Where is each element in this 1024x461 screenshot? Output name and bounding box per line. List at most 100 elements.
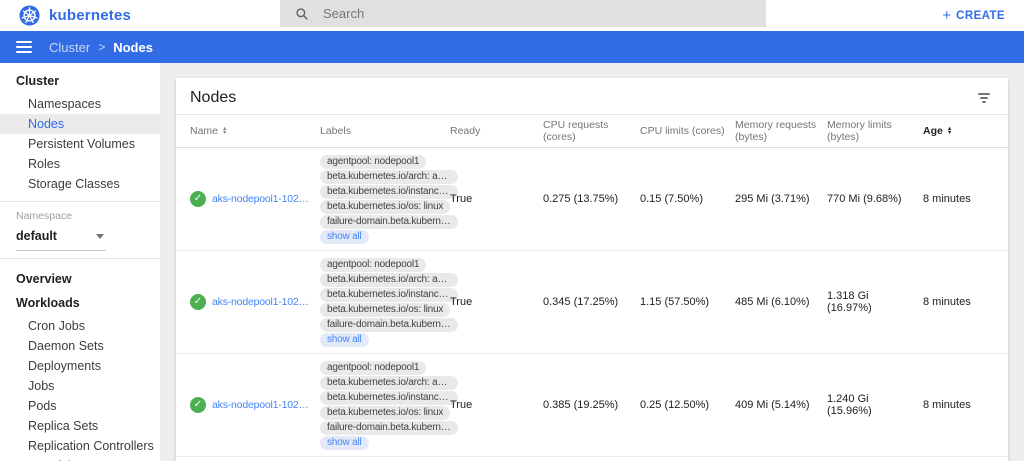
column-header-age-label: Age: [923, 125, 943, 137]
ready-cell: True: [450, 399, 543, 411]
nodes-card-header: Nodes: [176, 78, 1008, 114]
label-chip: failure-domain.beta.kubernet...: [320, 318, 458, 332]
node-name-link[interactable]: aks-nodepool1-10230590-vm...: [212, 193, 312, 205]
breadcrumb-separator-icon: >: [98, 40, 105, 54]
labels-cell: agentpool: nodepool1 beta.kubernetes.io/…: [320, 154, 450, 244]
page-title: Nodes: [190, 89, 236, 107]
labels-cell: agentpool: nodepool1 beta.kubernetes.io/…: [320, 360, 450, 450]
sidebar-item-cron-jobs[interactable]: Cron Jobs: [0, 316, 160, 336]
sidebar-item-roles[interactable]: Roles: [0, 154, 160, 174]
status-ok-icon: ✓: [190, 397, 206, 413]
sidebar-item-replication-controllers[interactable]: Replication Controllers: [0, 436, 160, 456]
sidebar-item-pods[interactable]: Pods: [0, 396, 160, 416]
label-chip: beta.kubernetes.io/arch: amd...: [320, 376, 458, 390]
table-row: ✓ aks-nodepool1-10230590-vm... agentpool…: [176, 148, 1008, 251]
column-header-name-label: Name: [190, 125, 218, 137]
sidebar-divider: [0, 201, 160, 202]
table-header-row: Name ▲▼ Labels Ready CPU requests (cores…: [176, 114, 1008, 148]
search-icon: [295, 7, 309, 21]
label-chip: beta.kubernetes.io/instance-t...: [320, 391, 458, 405]
cpu-limits-cell: 0.25 (12.50%): [640, 399, 735, 411]
main-content: Nodes Name ▲▼ Labels Ready CPU requests …: [160, 63, 1024, 461]
memory-limits-cell: 770 Mi (9.68%): [827, 193, 923, 205]
sidebar-item-overview[interactable]: Overview: [0, 264, 160, 292]
brand-title: kubernetes: [49, 7, 131, 24]
memory-limits-cell: 1.240 Gi (15.96%): [827, 393, 923, 417]
age-cell: 8 minutes: [923, 399, 994, 411]
show-all-labels-button[interactable]: show all: [320, 333, 369, 347]
column-header-name[interactable]: Name ▲▼: [190, 125, 320, 137]
sidebar-item-daemon-sets[interactable]: Daemon Sets: [0, 336, 160, 356]
kubernetes-dashboard: kubernetes + CREATE Cluster > Nodes: [0, 0, 1024, 461]
sort-icon-active: ▲▼: [947, 127, 952, 136]
cpu-requests-cell: 0.345 (17.25%): [543, 296, 640, 308]
memory-requests-cell: 409 Mi (5.14%): [735, 399, 827, 411]
ready-cell: True: [450, 296, 543, 308]
sidebar-item-persistent-volumes[interactable]: Persistent Volumes: [0, 134, 160, 154]
brand-home-link[interactable]: kubernetes: [19, 0, 131, 31]
breadcrumb: Cluster > Nodes: [49, 40, 153, 55]
table-row: ✓ aks-nodepool1-10230590-vm... agentpool…: [176, 354, 1008, 457]
column-header-memory-limits: Memory limits (bytes): [827, 119, 923, 143]
label-chip: failure-domain.beta.kubernet...: [320, 215, 458, 229]
sidebar-item-namespaces[interactable]: Namespaces: [0, 94, 160, 114]
nodes-card: Nodes Name ▲▼ Labels Ready CPU requests …: [176, 78, 1008, 461]
column-header-age[interactable]: Age ▲▼: [923, 125, 994, 137]
sidebar-section-cluster[interactable]: Cluster: [0, 66, 160, 94]
breadcrumb-current-page: Nodes: [113, 40, 153, 55]
node-name-link[interactable]: aks-nodepool1-10230590-vm...: [212, 296, 312, 308]
create-button[interactable]: + CREATE: [936, 0, 1011, 31]
label-chip: failure-domain.beta.kubernet...: [320, 421, 458, 435]
sidebar-item-jobs[interactable]: Jobs: [0, 376, 160, 396]
sidebar-item-storage-classes[interactable]: Storage Classes: [0, 174, 160, 194]
search-bar[interactable]: [280, 0, 766, 27]
column-header-memory-requests: Memory requests (bytes): [735, 119, 827, 143]
create-button-label: CREATE: [956, 10, 1005, 22]
ready-cell: True: [450, 193, 543, 205]
label-chip: agentpool: nodepool1: [320, 155, 426, 169]
label-chip: beta.kubernetes.io/arch: amd...: [320, 273, 458, 287]
cpu-requests-cell: 0.385 (19.25%): [543, 399, 640, 411]
sidebar-item-deployments[interactable]: Deployments: [0, 356, 160, 376]
plus-icon: +: [942, 8, 951, 23]
memory-requests-cell: 295 Mi (3.71%): [735, 193, 827, 205]
label-chip: beta.kubernetes.io/os: linux: [320, 200, 450, 214]
column-header-labels: Labels: [320, 125, 450, 137]
breadcrumb-cluster-link[interactable]: Cluster: [49, 40, 90, 55]
age-cell: 8 minutes: [923, 296, 994, 308]
sidebar-item-nodes[interactable]: Nodes: [0, 114, 160, 134]
search-input[interactable]: [321, 5, 766, 22]
sidebar-nav: Cluster Namespaces Nodes Persistent Volu…: [0, 63, 160, 461]
kubernetes-logo-icon: [19, 5, 40, 26]
show-all-labels-button[interactable]: show all: [320, 230, 369, 244]
sidebar-divider: [0, 258, 160, 259]
namespace-selected-value: default: [16, 229, 57, 243]
label-chip: beta.kubernetes.io/arch: amd...: [320, 170, 458, 184]
sidebar-item-stateful-sets[interactable]: Stateful Sets: [0, 456, 160, 461]
memory-limits-cell: 1.318 Gi (16.97%): [827, 290, 923, 314]
label-chip: beta.kubernetes.io/os: linux: [320, 303, 450, 317]
sidebar-item-replica-sets[interactable]: Replica Sets: [0, 416, 160, 436]
filter-icon[interactable]: [974, 89, 994, 107]
status-ok-icon: ✓: [190, 294, 206, 310]
namespace-label: Namespace: [0, 207, 160, 224]
namespace-select[interactable]: default: [16, 224, 106, 251]
memory-requests-cell: 485 Mi (6.10%): [735, 296, 827, 308]
table-row: ✓ aks-nodepool1-10230590-vm... agentpool…: [176, 251, 1008, 354]
cpu-limits-cell: 1.15 (57.50%): [640, 296, 735, 308]
breadcrumb-toolbar: Cluster > Nodes: [0, 31, 1024, 63]
chevron-down-icon: [96, 234, 104, 239]
age-cell: 8 minutes: [923, 193, 994, 205]
column-header-cpu-limits: CPU limits (cores): [640, 125, 735, 137]
menu-hamburger-icon[interactable]: [12, 35, 36, 59]
sidebar-section-workloads[interactable]: Workloads: [0, 292, 160, 316]
label-chip: agentpool: nodepool1: [320, 361, 426, 375]
label-chip: agentpool: nodepool1: [320, 258, 426, 272]
column-header-cpu-requests: CPU requests (cores): [543, 119, 640, 143]
cpu-limits-cell: 0.15 (7.50%): [640, 193, 735, 205]
show-all-labels-button[interactable]: show all: [320, 436, 369, 450]
sort-icon: ▲▼: [222, 127, 227, 136]
node-name-link[interactable]: aks-nodepool1-10230590-vm...: [212, 399, 312, 411]
status-ok-icon: ✓: [190, 191, 206, 207]
label-chip: beta.kubernetes.io/instance-t...: [320, 288, 458, 302]
